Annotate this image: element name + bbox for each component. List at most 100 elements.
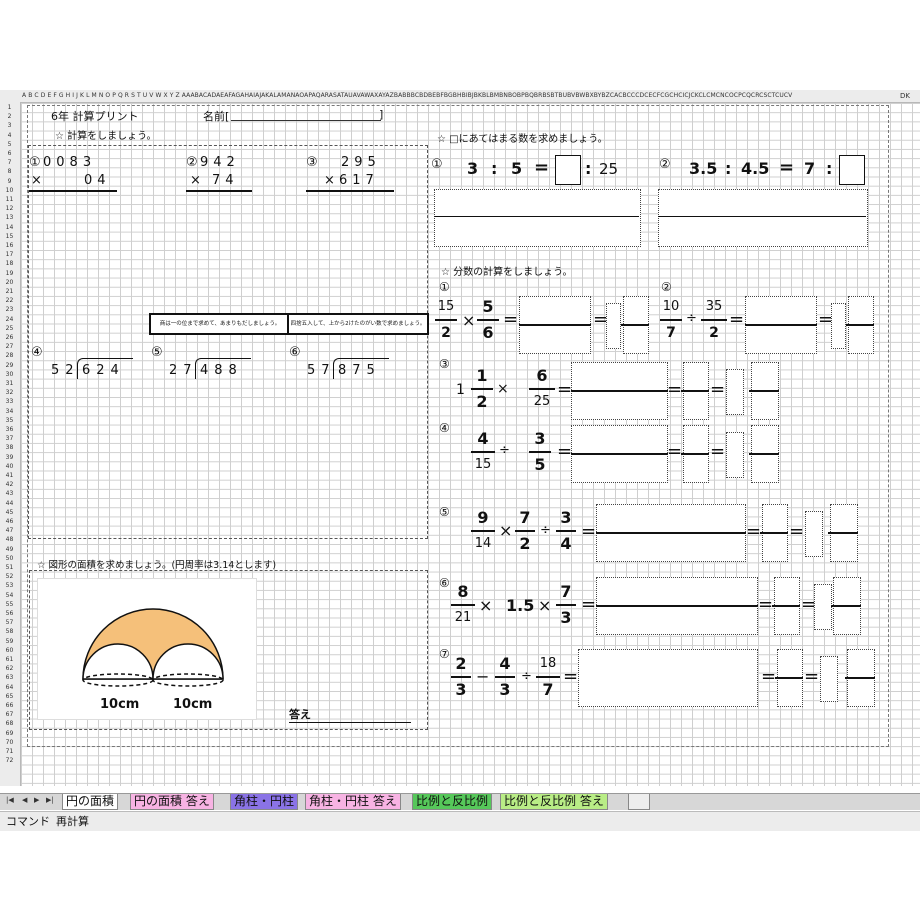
row-number[interactable]: 63 (0, 673, 19, 682)
row-number[interactable]: 45 (0, 508, 19, 517)
row-number[interactable]: 51 (0, 563, 19, 572)
row-number[interactable]: 16 (0, 241, 19, 250)
row-number[interactable]: 27 (0, 342, 19, 351)
next-sheet-icon[interactable]: ▶ (34, 796, 39, 804)
row-number[interactable]: 7 (0, 158, 19, 167)
answer-box[interactable] (578, 649, 758, 707)
row-number[interactable]: 42 (0, 480, 19, 489)
ratio-answer-box[interactable] (839, 155, 865, 185)
row-number[interactable]: 48 (0, 535, 19, 544)
whole-box[interactable] (814, 584, 832, 630)
ratio-work-box-1[interactable] (434, 189, 641, 247)
row-number[interactable]: 58 (0, 627, 19, 636)
row-number[interactable]: 52 (0, 572, 19, 581)
sheet-tab-1[interactable]: 円の面積 (62, 794, 119, 810)
whole-box[interactable] (805, 511, 823, 557)
row-number[interactable]: 18 (0, 259, 19, 268)
ratio-answer-box[interactable] (555, 155, 581, 185)
sheet-tab-4[interactable]: 角柱・円柱 答え (305, 794, 401, 810)
row-number[interactable]: 29 (0, 361, 19, 370)
row-number[interactable]: 53 (0, 581, 19, 590)
row-number[interactable]: 17 (0, 250, 19, 259)
row-number[interactable]: 38 (0, 443, 19, 452)
row-number[interactable]: 33 (0, 397, 19, 406)
row-number[interactable]: 65 (0, 692, 19, 701)
row-number[interactable]: 70 (0, 738, 19, 747)
row-number[interactable]: 19 (0, 269, 19, 278)
row-number[interactable]: 1 (0, 103, 19, 112)
row-number[interactable]: 54 (0, 591, 19, 600)
row-number[interactable]: 11 (0, 195, 19, 204)
answer-line[interactable] (289, 722, 411, 723)
row-number[interactable]: 4 (0, 131, 19, 140)
row-number[interactable]: 41 (0, 471, 19, 480)
row-number[interactable]: 32 (0, 388, 19, 397)
row-number[interactable]: 28 (0, 351, 19, 360)
row-number[interactable]: 23 (0, 305, 19, 314)
row-number[interactable]: 50 (0, 554, 19, 563)
ratio-work-box-2[interactable] (658, 189, 868, 247)
row-number[interactable]: 35 (0, 416, 19, 425)
row-number[interactable]: 26 (0, 333, 19, 342)
row-number[interactable]: 20 (0, 278, 19, 287)
row-number[interactable]: 39 (0, 453, 19, 462)
last-sheet-icon[interactable]: ▶| (46, 796, 54, 804)
row-number[interactable]: 67 (0, 710, 19, 719)
row-number[interactable]: 61 (0, 655, 19, 664)
prev-sheet-icon[interactable]: ◀ (22, 796, 27, 804)
row-number[interactable]: 34 (0, 407, 19, 416)
row-number[interactable]: 56 (0, 609, 19, 618)
row-number[interactable]: 5 (0, 140, 19, 149)
row-number[interactable]: 60 (0, 646, 19, 655)
row-number[interactable]: 2 (0, 112, 19, 121)
sheet-tab-3[interactable]: 角柱・円柱 (230, 794, 299, 810)
row-number[interactable]: 69 (0, 729, 19, 738)
row-number[interactable]: 68 (0, 719, 19, 728)
row-number[interactable]: 10 (0, 186, 19, 195)
row-number[interactable]: 43 (0, 489, 19, 498)
whole-box[interactable] (726, 432, 744, 478)
row-number[interactable]: 3 (0, 121, 19, 130)
sheet-grid[interactable]: 6年 計算プリント 名前[ ] ☆ 計算をしましょう。 ① 0083 × 04 … (21, 103, 920, 786)
row-number[interactable]: 57 (0, 618, 19, 627)
whole-box[interactable] (820, 656, 838, 702)
row-number[interactable]: 46 (0, 517, 19, 526)
row-number[interactable]: 24 (0, 315, 19, 324)
column-letter-last[interactable]: DK (895, 90, 915, 102)
sheet-tab-2[interactable]: 円の面積 答え (130, 794, 214, 810)
whole-box[interactable] (606, 303, 621, 349)
row-number[interactable]: 40 (0, 462, 19, 471)
row-number[interactable]: 62 (0, 664, 19, 673)
row-number[interactable]: 71 (0, 747, 19, 756)
row-number[interactable]: 9 (0, 177, 19, 186)
row-number[interactable]: 15 (0, 232, 19, 241)
row-number[interactable]: 47 (0, 526, 19, 535)
row-number[interactable]: 22 (0, 296, 19, 305)
sheet-tab-6[interactable]: 比例と反比例 答え (500, 794, 608, 810)
row-number[interactable]: 59 (0, 637, 19, 646)
sheet-tab-5[interactable]: 比例と反比例 (412, 794, 493, 810)
row-number[interactable]: 25 (0, 324, 19, 333)
row-number[interactable]: 14 (0, 223, 19, 232)
row-number[interactable]: 12 (0, 204, 19, 213)
row-number[interactable]: 13 (0, 213, 19, 222)
row-number[interactable]: 8 (0, 167, 19, 176)
column-letters[interactable]: A B C D E F G H I J K L M N O P Q R S T … (22, 90, 872, 102)
first-sheet-icon[interactable]: |◀ (6, 796, 14, 804)
row-number[interactable]: 49 (0, 545, 19, 554)
row-number[interactable]: 21 (0, 287, 19, 296)
row-number[interactable]: 44 (0, 499, 19, 508)
row-number[interactable]: 36 (0, 425, 19, 434)
whole-box[interactable] (831, 303, 846, 349)
insert-sheet-icon[interactable] (628, 794, 650, 810)
row-number[interactable]: 30 (0, 370, 19, 379)
row-number[interactable]: 72 (0, 756, 19, 765)
row-number[interactable]: 64 (0, 683, 19, 692)
name-underline[interactable] (231, 120, 381, 121)
row-number[interactable]: 55 (0, 600, 19, 609)
row-number[interactable]: 37 (0, 434, 19, 443)
row-number[interactable]: 66 (0, 701, 19, 710)
row-number[interactable]: 6 (0, 149, 19, 158)
row-number[interactable]: 31 (0, 379, 19, 388)
whole-box[interactable] (726, 369, 744, 415)
